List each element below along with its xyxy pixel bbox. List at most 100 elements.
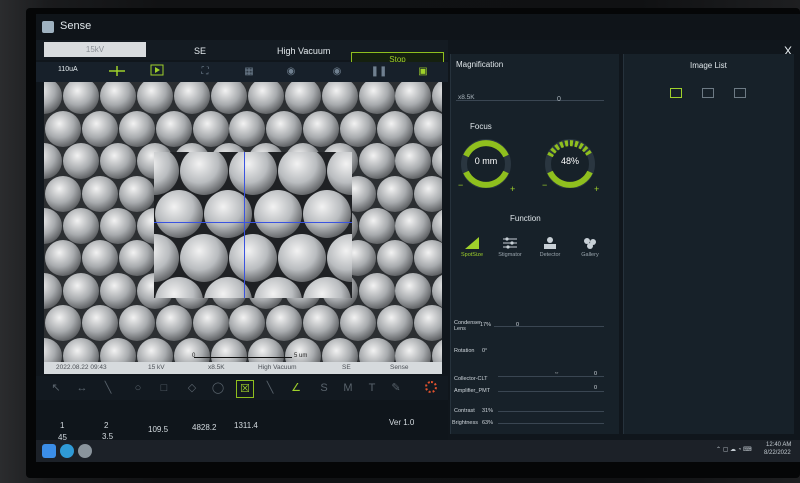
spotsize-icon [465, 237, 479, 249]
brightness-slider[interactable] [498, 423, 604, 424]
brightness-label: Brightness [452, 420, 478, 426]
select-icon[interactable]: ☒ [236, 380, 254, 398]
polygon-icon[interactable]: ◇ [184, 380, 200, 396]
contrast-slider[interactable] [498, 411, 604, 412]
stigmator-label: Stigmator [498, 252, 522, 258]
background-sphere [155, 305, 192, 342]
overlay-sphere [229, 152, 277, 196]
collector-label: Collector-CLT [454, 376, 488, 382]
background-sphere [192, 305, 229, 342]
gallery-button[interactable]: Gallery [576, 236, 604, 258]
image-list-heading: Image List [690, 61, 727, 70]
scalebar-label: 5 um [294, 353, 308, 359]
stat-4: 4828.2 [192, 423, 217, 432]
background-sphere [44, 272, 63, 309]
contrast-label: Contrast [454, 408, 475, 414]
background-sphere [155, 110, 192, 147]
background-sphere [100, 272, 137, 309]
snapshot-icon[interactable]: ◉ [328, 64, 346, 80]
circle-icon[interactable]: ○ [130, 380, 146, 396]
settings-icon[interactable] [425, 381, 437, 393]
background-sphere [174, 82, 211, 115]
wobble-plus-button[interactable]: + [594, 184, 599, 194]
image-list-panel [623, 54, 794, 434]
record-icon[interactable]: ◉ [282, 64, 300, 80]
stigmator-icon [503, 237, 517, 249]
background-sphere [63, 82, 100, 115]
background-sphere [303, 110, 340, 147]
folder-icon[interactable] [702, 88, 714, 98]
undo-icon[interactable]: ↖ [48, 380, 64, 396]
start-icon[interactable] [42, 444, 56, 458]
circle2-icon[interactable]: ◯ [210, 380, 226, 396]
background-sphere [432, 208, 442, 244]
wobble-value: 48% [560, 156, 579, 166]
angle-icon[interactable]: ∠ [288, 380, 304, 396]
background-sphere [44, 82, 63, 115]
stigmator-button[interactable]: Stigmator [496, 236, 524, 258]
fullscreen-icon[interactable]: ⛶ [196, 64, 214, 80]
play-icon[interactable] [148, 64, 166, 80]
reduced-area-scan[interactable] [154, 152, 352, 298]
background-sphere [284, 82, 321, 115]
app-icon [42, 21, 54, 33]
pen-icon[interactable]: ╲ [100, 380, 116, 396]
line-icon[interactable]: ↔ [74, 380, 90, 396]
overlay-sphere [278, 152, 327, 196]
focus-value: 0 mm [474, 156, 498, 166]
curve-icon[interactable]: S [316, 380, 332, 396]
spotsize-button[interactable]: SpotSize [458, 236, 486, 258]
stat-2: 2 [104, 421, 109, 430]
background-sphere [100, 82, 137, 115]
sem-image-view[interactable] [44, 82, 442, 374]
grid-icon[interactable]: ▦ [240, 64, 258, 80]
sm-icon[interactable]: M [340, 380, 356, 396]
background-sphere [358, 208, 395, 244]
background-sphere [118, 305, 155, 342]
browser-icon[interactable] [60, 444, 74, 458]
detector-button[interactable]: Detector [536, 236, 564, 258]
amplifier-slider[interactable] [498, 391, 604, 392]
focus-plus-button[interactable]: + [510, 184, 515, 194]
info-brand: Sense [390, 364, 409, 371]
magnification-slider[interactable] [456, 100, 604, 101]
background-sphere [432, 82, 442, 115]
collector-handle[interactable]: ⇔ [554, 370, 560, 376]
collector-slider[interactable] [498, 376, 604, 377]
image-icon[interactable] [670, 88, 682, 98]
overlay-sphere [179, 233, 228, 282]
overlay-sphere [302, 190, 351, 239]
background-sphere [44, 143, 63, 180]
rotation-value: 0° [482, 348, 488, 354]
background-sphere [81, 305, 118, 342]
app-taskbar-icon[interactable] [78, 444, 92, 458]
rect-icon[interactable]: □ [156, 380, 172, 396]
grid-view-icon[interactable] [734, 88, 746, 98]
crosshair-icon[interactable] [108, 64, 126, 80]
date: 8/22/2022 [764, 450, 791, 456]
background-sphere [377, 240, 413, 277]
condenser-value: 17% [480, 322, 492, 328]
detector-label: Detector [539, 252, 561, 258]
save-icon[interactable]: ▣ [414, 64, 432, 80]
marker-icon[interactable]: ✎ [388, 380, 404, 396]
stat-3: 109.5 [148, 425, 169, 434]
background-sphere [395, 82, 432, 115]
info-detector: SE [342, 364, 351, 371]
overlay-sphere [154, 152, 179, 196]
text-icon[interactable]: T [364, 380, 380, 396]
background-sphere [358, 143, 395, 180]
amplifier-value: 0 [594, 385, 598, 391]
beam-voltage-field[interactable]: 15kV [44, 42, 146, 57]
wobble-minus-button[interactable]: − [542, 180, 547, 190]
gallery-icon [584, 238, 596, 249]
version-label: Ver 1.0 [389, 418, 415, 427]
background-sphere [229, 305, 266, 342]
image-info-bar: 2022.08.22 09:43 15 kV x8.5K High Vacuum… [44, 362, 442, 374]
condenser-slider[interactable] [494, 326, 604, 327]
focus-minus-button[interactable]: − [458, 180, 463, 190]
line2-icon[interactable]: ╲ [262, 380, 278, 396]
info-vacuum: High Vacuum [258, 364, 297, 371]
condenser-label: Condenser Lens [454, 320, 481, 332]
pause-icon[interactable]: ❚❚ [370, 64, 388, 80]
